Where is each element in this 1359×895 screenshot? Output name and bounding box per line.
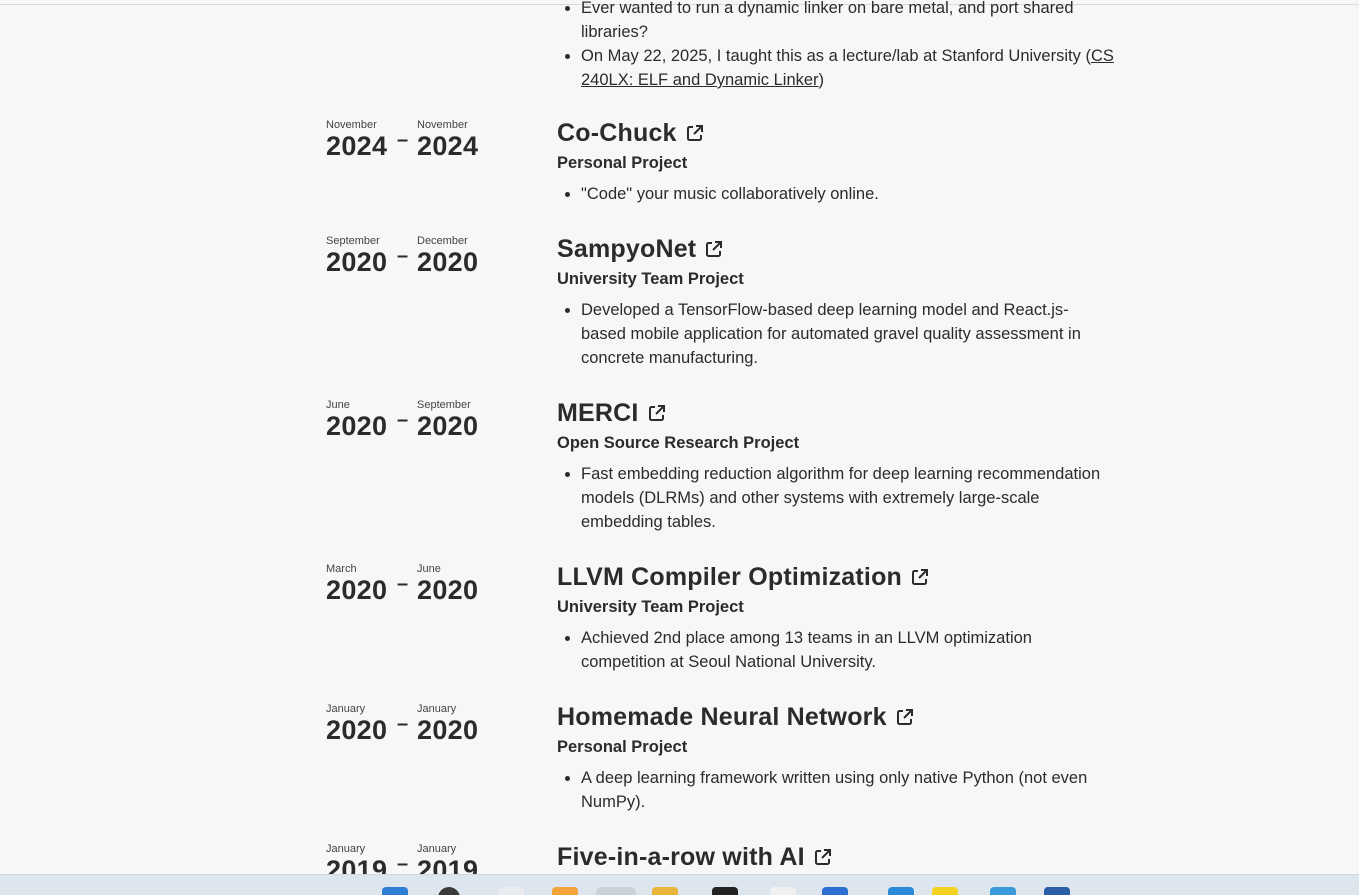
external-link-icon[interactable]	[647, 403, 667, 423]
project-title-link[interactable]: Five-in-a-row with AI	[557, 841, 805, 873]
title-row: Homemade Neural Network	[557, 701, 1107, 733]
start-date: November 2024	[326, 119, 387, 161]
date-range: June 2020 – September 2020	[326, 399, 546, 449]
list-item: Developed a TensorFlow-based deep learni…	[581, 298, 1107, 370]
start-date: January 2020	[326, 703, 387, 745]
end-year: 2024	[417, 131, 479, 161]
external-link-icon[interactable]	[895, 707, 915, 727]
project-title-link[interactable]: MERCI	[557, 397, 639, 429]
date-range: January 2020 – January 2020	[326, 703, 546, 753]
end-year: 2020	[417, 411, 479, 441]
start-month: November	[326, 119, 377, 131]
start-month: March	[326, 563, 357, 575]
external-link-icon[interactable]	[813, 847, 833, 867]
end-date: January 2020	[417, 703, 478, 745]
external-link-icon[interactable]	[910, 567, 930, 587]
end-date: November 2024	[417, 119, 478, 161]
start-month: June	[326, 399, 350, 411]
date-separator: –	[397, 853, 409, 874]
end-date: June 2020	[417, 563, 478, 605]
date-separator: –	[397, 573, 409, 595]
project-subtitle: Personal Project	[557, 154, 688, 172]
start-date: June 2020	[326, 399, 387, 441]
start-date: September 2020	[326, 235, 387, 277]
start-year: 2020	[326, 715, 388, 745]
list-item: Fast embedding reduction algorithm for d…	[581, 462, 1107, 534]
project-subtitle: University Team Project	[557, 598, 744, 616]
list-item: "Code" your music collaboratively online…	[581, 182, 1107, 206]
project-title-link[interactable]: LLVM Compiler Optimization	[557, 561, 902, 593]
end-month: November	[417, 119, 468, 131]
end-month: January	[417, 703, 457, 715]
start-year: 2020	[326, 575, 388, 605]
title-row: Five-in-a-row with AI	[557, 841, 1107, 873]
project-subtitle: Personal Project	[557, 738, 688, 756]
start-month: September	[326, 235, 380, 247]
end-year: 2020	[417, 575, 479, 605]
project-bullets: Achieved 2nd place among 13 teams in an …	[557, 626, 1107, 674]
end-date: December 2020	[417, 235, 478, 277]
link-suffix: )	[818, 71, 825, 89]
project-subtitle: Open Source Research Project	[557, 434, 800, 452]
start-year: 2024	[326, 131, 388, 161]
list-item: Ever wanted to run a dynamic linker on b…	[581, 0, 1126, 44]
end-month: December	[417, 235, 468, 247]
end-month: January	[417, 843, 457, 855]
start-year: 2019	[326, 855, 388, 874]
date-range: November 2024 – November 2024	[326, 119, 546, 169]
start-month: January	[326, 843, 366, 855]
external-link-icon[interactable]	[685, 123, 705, 143]
start-year: 2020	[326, 411, 388, 441]
start-year: 2020	[326, 247, 388, 277]
start-date: January 2019	[326, 843, 387, 874]
previous-entry-bullets: Ever wanted to run a dynamic linker on b…	[557, 0, 1126, 92]
end-month: June	[417, 563, 441, 575]
title-row: LLVM Compiler Optimization	[557, 561, 1107, 593]
date-separator: –	[397, 409, 409, 431]
start-month: January	[326, 703, 366, 715]
list-item: On May 22, 2025, I taught this as a lect…	[581, 44, 1126, 92]
project-bullets: A deep learning framework written using …	[557, 766, 1107, 814]
project-subtitle: University Team Project	[557, 270, 744, 288]
end-year: 2020	[417, 247, 479, 277]
project-content: Five-in-a-row with AI	[557, 841, 1107, 873]
taskbar	[0, 874, 1359, 895]
date-range: January 2019 – January 2019	[326, 843, 546, 874]
date-separator: –	[397, 713, 409, 735]
title-row: SampyoNet	[557, 233, 1107, 265]
date-range: March 2020 – June 2020	[326, 563, 546, 613]
date-range: September 2020 – December 2020	[326, 235, 546, 285]
date-separator: –	[397, 129, 409, 151]
project-bullets: "Code" your music collaboratively online…	[557, 182, 1107, 206]
project-content: LLVM Compiler Optimization University Te…	[557, 561, 1107, 674]
external-link-icon[interactable]	[704, 239, 724, 259]
project-content: Co-Chuck Personal Project "Code" your mu…	[557, 117, 1107, 206]
project-content: SampyoNet University Team Project Develo…	[557, 233, 1107, 370]
project-content: Homemade Neural Network Personal Project…	[557, 701, 1107, 814]
start-date: March 2020	[326, 563, 387, 605]
end-month: September	[417, 399, 471, 411]
project-title-link[interactable]: Co-Chuck	[557, 117, 677, 149]
date-separator: –	[397, 245, 409, 267]
end-year: 2019	[417, 855, 479, 874]
project-title-link[interactable]: Homemade Neural Network	[557, 701, 887, 733]
bullet-text: On May 22, 2025, I taught this as a lect…	[581, 47, 1081, 65]
title-row: MERCI	[557, 397, 1107, 429]
title-row: Co-Chuck	[557, 117, 1107, 149]
project-content: MERCI Open Source Research Project Fast …	[557, 397, 1107, 534]
list-item: A deep learning framework written using …	[581, 766, 1107, 814]
end-date: January 2019	[417, 843, 478, 874]
project-title-link[interactable]: SampyoNet	[557, 233, 696, 265]
bullet-text: Ever wanted to run a dynamic linker on b…	[581, 0, 1074, 41]
page-viewport[interactable]: Ever wanted to run a dynamic linker on b…	[0, 0, 1359, 874]
list-item: Achieved 2nd place among 13 teams in an …	[581, 626, 1107, 674]
project-bullets: Fast embedding reduction algorithm for d…	[557, 462, 1107, 534]
end-year: 2020	[417, 715, 479, 745]
project-bullets: Developed a TensorFlow-based deep learni…	[557, 298, 1107, 370]
end-date: September 2020	[417, 399, 478, 441]
